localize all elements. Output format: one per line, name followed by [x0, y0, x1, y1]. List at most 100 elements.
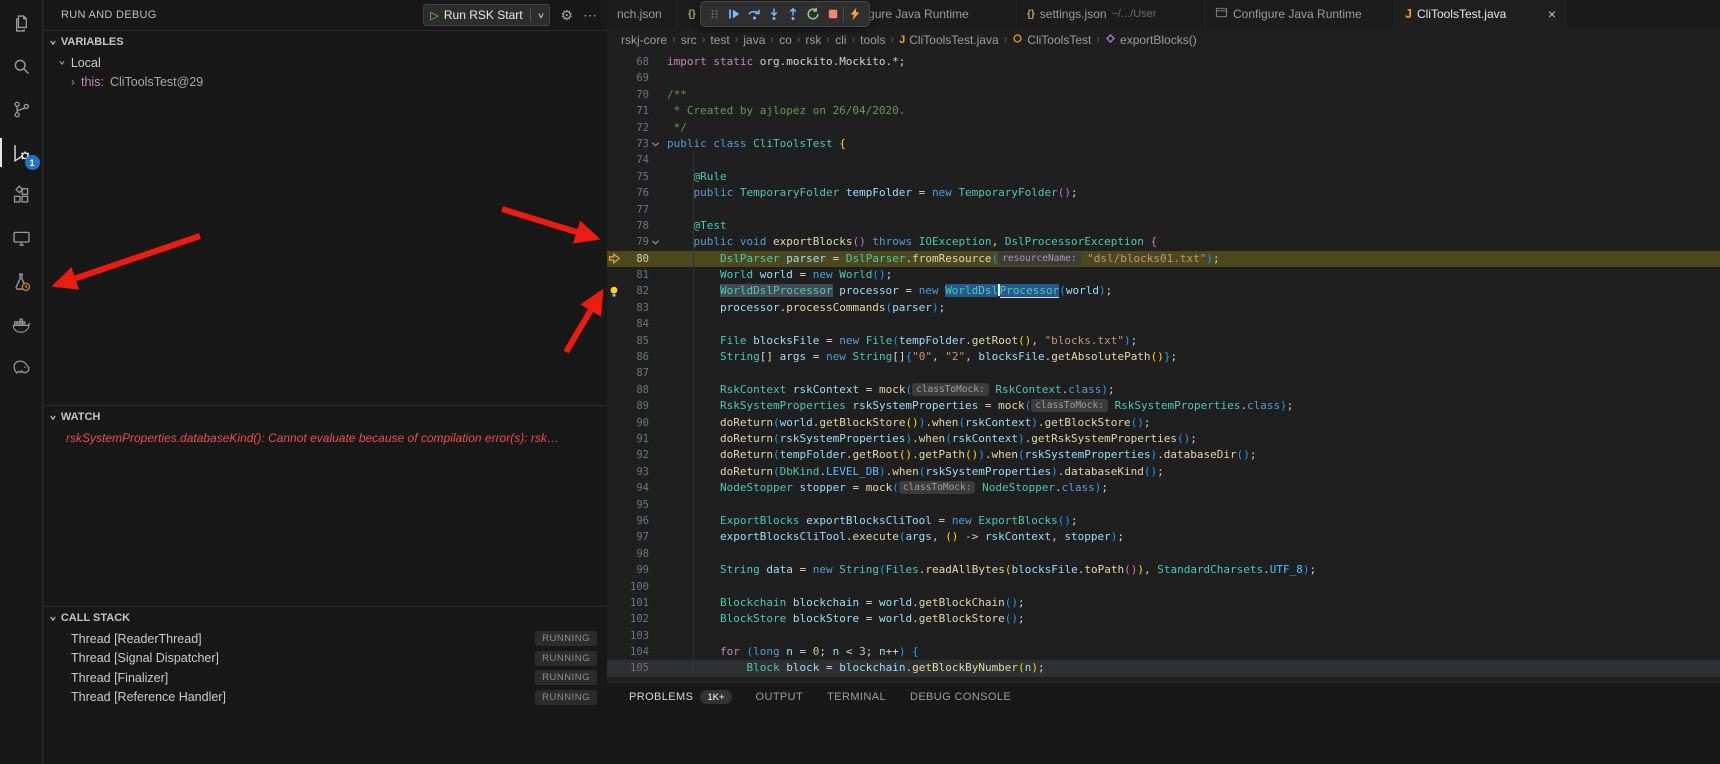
step-into-button[interactable] [765, 4, 783, 24]
line-number[interactable]: 77 [621, 202, 649, 218]
code-text[interactable]: public class CliToolsTest { [662, 136, 1720, 152]
code-text[interactable]: */ [662, 120, 1720, 136]
line-number[interactable]: 79 [621, 234, 649, 250]
line-number[interactable]: 95 [621, 497, 649, 513]
code-editor[interactable]: 68import static org.mockito.Mockito.*;69… [607, 52, 1720, 682]
lightbulb-icon[interactable] [607, 283, 621, 299]
code-text[interactable]: doReturn(world.getBlockStore()).when(rsk… [662, 415, 1720, 431]
variables-section-header[interactable]: ∨ VARIABLES [44, 31, 607, 53]
panel-tab-debug-console[interactable]: DEBUG CONSOLE [910, 691, 1011, 703]
step-over-button[interactable] [745, 4, 763, 24]
chevron-down-icon[interactable]: ∨ [536, 11, 544, 20]
panel-tab-terminal[interactable]: TERMINAL [827, 691, 886, 703]
code-text[interactable]: File blocksFile = new File(tempFolder.ge… [662, 333, 1720, 349]
line-number[interactable]: 105 [621, 660, 649, 676]
glyph-margin[interactable] [607, 136, 621, 152]
call-stack-row[interactable]: Thread [ReaderThread]RUNNING [44, 629, 607, 649]
breadcrumb-item[interactable]: rsk [805, 33, 821, 47]
call-stack-row[interactable]: Thread [Finalizer]RUNNING [44, 668, 607, 688]
line-number[interactable]: 82 [621, 283, 649, 299]
call-stack-section-header[interactable]: ∨ CALL STACK [44, 607, 607, 629]
code-text[interactable]: for (long n = 0; n < 3; n++) { [662, 644, 1720, 660]
watch-section-header[interactable]: ∨ WATCH [44, 406, 607, 428]
code-text[interactable]: @Rule [662, 169, 1720, 185]
line-number[interactable]: 81 [621, 267, 649, 283]
line-number[interactable]: 86 [621, 349, 649, 365]
line-number[interactable]: 96 [621, 513, 649, 529]
line-number[interactable]: 83 [621, 300, 649, 316]
code-text[interactable] [662, 365, 1720, 381]
code-text[interactable]: * Created by ajlopez on 26/04/2020. [662, 103, 1720, 119]
breadcrumb-item[interactable]: co [779, 33, 792, 47]
code-text[interactable]: public void exportBlocks() throws IOExce… [662, 234, 1720, 250]
line-number[interactable]: 80 [621, 251, 649, 267]
breadcrumb-item[interactable]: rskj-core [621, 33, 667, 47]
variable-row[interactable]: › this: CliToolsTest@29 [44, 72, 607, 91]
code-text[interactable]: Blockchain blockchain = world.getBlockCh… [662, 595, 1720, 611]
code-text[interactable] [662, 152, 1720, 168]
line-number[interactable]: 93 [621, 464, 649, 480]
run-debug-icon[interactable]: 1 [0, 131, 43, 174]
code-text[interactable]: Block block = blockchain.getBlockByNumbe… [662, 660, 1720, 676]
continue-button[interactable] [725, 4, 743, 24]
breadcrumb-item[interactable]: CliToolsTest [1012, 33, 1091, 47]
hot-code-replace-button[interactable] [846, 4, 864, 24]
breadcrumb-item[interactable]: JCliToolsTest.java [899, 33, 999, 47]
line-number[interactable]: 90 [621, 415, 649, 431]
breadcrumb-item[interactable]: test [710, 33, 729, 47]
code-text[interactable]: World world = new World(); [662, 267, 1720, 283]
line-number[interactable]: 88 [621, 382, 649, 398]
more-actions-icon[interactable]: ⋯ [583, 7, 597, 24]
gear-icon[interactable]: ⚙ [560, 7, 573, 24]
tab-settings.json[interactable]: {}settings.json~/.../User [1017, 0, 1205, 28]
code-text[interactable]: doReturn(rskSystemProperties).when(rskCo… [662, 431, 1720, 447]
tab-nch.json[interactable]: nch.json [607, 0, 678, 28]
line-number[interactable]: 84 [621, 316, 649, 332]
source-control-icon[interactable] [0, 88, 43, 131]
code-text[interactable] [662, 497, 1720, 513]
line-number[interactable]: 94 [621, 480, 649, 496]
code-text[interactable]: doReturn(DbKind.LEVEL_DB).when(rskSystem… [662, 464, 1720, 480]
breadcrumb-item[interactable]: src [681, 33, 697, 47]
code-text[interactable]: RskContext rskContext = mock(classToMock… [662, 382, 1720, 398]
code-text[interactable] [662, 579, 1720, 595]
breadcrumb-item[interactable]: exportBlocks() [1105, 33, 1197, 47]
call-stack-row[interactable]: Thread [Signal Dispatcher]RUNNING [44, 649, 607, 669]
panel-tab-output[interactable]: OUTPUT [756, 691, 804, 703]
code-text[interactable]: ExportBlocks exportBlocksCliTool = new E… [662, 513, 1720, 529]
line-number[interactable]: 69 [621, 70, 649, 86]
gradle-icon[interactable] [0, 346, 43, 389]
code-text[interactable]: BlockStore blockStore = world.getBlockSt… [662, 611, 1720, 627]
code-text[interactable]: public TemporaryFolder tempFolder = new … [662, 185, 1720, 201]
code-text[interactable]: processor.processCommands(parser); [662, 300, 1720, 316]
line-number[interactable]: 91 [621, 431, 649, 447]
stop-button[interactable] [824, 4, 842, 24]
code-text[interactable]: /** [662, 87, 1720, 103]
line-number[interactable]: 102 [621, 611, 649, 627]
fold-icon[interactable] [649, 234, 662, 250]
line-number[interactable]: 87 [621, 365, 649, 381]
tab-Configure Java Runtime[interactable]: Configure Java Runtime [1205, 0, 1395, 28]
step-out-button[interactable] [784, 4, 802, 24]
code-text[interactable] [662, 316, 1720, 332]
run-config-button[interactable]: ▷ Run RSK Start ∨ [423, 4, 550, 26]
line-number[interactable]: 70 [621, 87, 649, 103]
line-number[interactable]: 78 [621, 218, 649, 234]
remote-explorer-icon[interactable] [0, 217, 43, 260]
tab-CliToolsTest.java[interactable]: JCliToolsTest.java× [1395, 0, 1567, 28]
docker-icon[interactable] [0, 303, 43, 346]
debug-pointer-icon[interactable] [607, 251, 621, 267]
code-text[interactable]: NodeStopper stopper = mock(classToMock: … [662, 480, 1720, 496]
code-text[interactable] [662, 202, 1720, 218]
code-text[interactable]: String data = new String(Files.readAllBy… [662, 562, 1720, 578]
line-number[interactable]: 85 [621, 333, 649, 349]
line-number[interactable]: 75 [621, 169, 649, 185]
line-number[interactable]: 99 [621, 562, 649, 578]
breadcrumb-item[interactable]: java [743, 33, 765, 47]
code-text[interactable]: doReturn(tempFolder.getRoot().getPath())… [662, 447, 1720, 463]
code-text[interactable]: String[] args = new String[]{"0", "2", b… [662, 349, 1720, 365]
close-icon[interactable]: × [1548, 7, 1556, 21]
line-number[interactable]: 103 [621, 628, 649, 644]
code-text[interactable]: DslParser parser = DslParser.fromResourc… [662, 251, 1720, 267]
line-number[interactable]: 98 [621, 546, 649, 562]
